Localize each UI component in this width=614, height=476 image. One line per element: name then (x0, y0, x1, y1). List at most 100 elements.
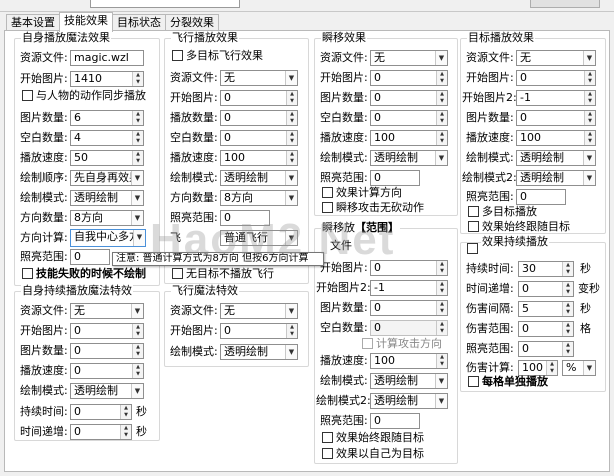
multi-target-checkbox[interactable] (468, 206, 479, 217)
chevron-down-icon[interactable]: ▼ (133, 230, 145, 246)
draw-mode-select[interactable]: 透明绘制 ▼ (70, 190, 144, 206)
play-speed-input[interactable]: 0 ▲ ▼ (70, 363, 144, 379)
spin-icon[interactable]: ▲ ▼ (562, 262, 573, 276)
spin-icon[interactable]: ▲ ▼ (436, 111, 447, 125)
spin-icon[interactable]: ▲ ▼ (562, 282, 573, 296)
damage-calc-unit-select[interactable]: % ▼ (562, 360, 596, 376)
image-count-input[interactable]: 6 ▲ ▼ (70, 110, 144, 126)
calc-direction-checkbox[interactable] (322, 187, 333, 198)
spin-icon[interactable]: ▲ ▼ (584, 131, 595, 145)
start-image-input[interactable]: 0 ▲ ▼ (370, 70, 448, 86)
image-count-input[interactable]: 0 ▲ ▼ (516, 110, 596, 126)
spin-icon[interactable]: ▲ ▼ (286, 111, 297, 125)
res-file-select[interactable]: 无 ▼ (516, 50, 596, 66)
spin-icon[interactable]: ▲ ▼ (436, 281, 447, 295)
draw-mode-select[interactable]: 透明绘制 ▼ (220, 344, 298, 360)
start-image-input[interactable]: 0 ▲ ▼ (70, 323, 144, 339)
light-range-input[interactable]: 0 (516, 189, 566, 205)
spin-icon[interactable]: ▲ ▼ (286, 131, 297, 145)
chevron-down-icon[interactable]: ▼ (435, 51, 447, 65)
effect-continuous-checkbox[interactable] (467, 243, 478, 254)
start-image-input[interactable]: 0 ▲ ▼ (220, 323, 298, 339)
tab-target-status[interactable]: 目标状态 (112, 14, 166, 31)
spin-icon[interactable]: ▲ ▼ (436, 301, 447, 315)
draw-mode2-select[interactable]: 透明绘制 ▼ (516, 170, 596, 186)
spin-icon[interactable]: ▲ ▼ (584, 111, 595, 125)
light-range-input[interactable]: 0 (220, 210, 270, 226)
blank-count-input[interactable]: 0 ▲ ▼ (370, 320, 448, 336)
chevron-down-icon[interactable]: ▼ (435, 374, 447, 388)
res-file-select[interactable]: 无 ▼ (70, 303, 144, 319)
spin-icon[interactable]: ▲ ▼ (132, 151, 143, 165)
flight-type-select[interactable]: 普通飞行 ▼ (220, 230, 298, 246)
draw-mode-select[interactable]: 透明绘制 ▼ (370, 150, 448, 166)
image-count-input[interactable]: 0 ▲ ▼ (370, 90, 448, 106)
direction-calc-select[interactable]: 自我中心多方向 ▼ (70, 229, 146, 247)
spin-icon[interactable]: ▲ ▼ (120, 425, 131, 439)
draw-mode-select[interactable]: 透明绘制 ▼ (516, 150, 596, 166)
spin-icon[interactable]: ▲ ▼ (546, 361, 557, 375)
direction-count-select[interactable]: 8方向 ▼ (220, 190, 298, 206)
start-image-input[interactable]: 0 ▲ ▼ (220, 90, 298, 106)
chevron-down-icon[interactable]: ▼ (131, 211, 143, 225)
no-slash-checkbox[interactable] (322, 202, 333, 213)
spin-icon[interactable]: ▲ ▼ (436, 321, 447, 335)
chevron-down-icon[interactable]: ▼ (583, 361, 595, 375)
light-range-input[interactable]: 0 (370, 413, 420, 429)
damage-range-input[interactable]: 0 ▲ ▼ (518, 321, 574, 337)
spin-icon[interactable]: ▲ ▼ (584, 91, 595, 105)
fail-no-draw-checkbox[interactable] (22, 268, 33, 279)
draw-mode-select[interactable]: 透明绘制 ▼ (70, 383, 144, 399)
chevron-down-icon[interactable]: ▼ (285, 345, 297, 359)
image-count-input[interactable]: 0 ▲ ▼ (70, 343, 144, 359)
spin-icon[interactable]: ▲ ▼ (132, 72, 143, 86)
top-button[interactable] (530, 0, 600, 8)
image-count-input[interactable]: 0 ▲ ▼ (370, 300, 448, 316)
increment-input[interactable]: 0 ▲ ▼ (70, 424, 132, 440)
follow-target-checkbox[interactable] (322, 432, 333, 443)
chevron-down-icon[interactable]: ▼ (131, 384, 143, 398)
spin-icon[interactable]: ▲ ▼ (132, 324, 143, 338)
chevron-down-icon[interactable]: ▼ (435, 151, 447, 165)
res-file-select[interactable]: 无 ▼ (220, 303, 298, 319)
spin-icon[interactable]: ▲ ▼ (132, 364, 143, 378)
res-file-select[interactable]: 无 ▼ (370, 50, 448, 66)
start-image2-input[interactable]: -1 ▲ ▼ (370, 280, 448, 296)
tab-split-effect[interactable]: 分裂效果 (165, 14, 219, 31)
chevron-down-icon[interactable]: ▼ (583, 171, 595, 185)
damage-calc-input[interactable]: 100 ▲ ▼ (518, 360, 558, 376)
sync-checkbox[interactable] (22, 90, 33, 101)
chevron-down-icon[interactable]: ▼ (285, 71, 297, 85)
spin-icon[interactable]: ▲ ▼ (132, 131, 143, 145)
draw-mode-select[interactable]: 透明绘制 ▼ (220, 170, 298, 186)
light-range-input[interactable]: 0 (370, 170, 420, 186)
duration-input[interactable]: 30 ▲ ▼ (518, 261, 574, 277)
start-image-input[interactable]: 0 ▲ ▼ (370, 260, 448, 276)
chevron-down-icon[interactable]: ▼ (285, 304, 297, 318)
play-count-input[interactable]: 0 ▲ ▼ (220, 110, 298, 126)
tab-basic[interactable]: 基本设置 (6, 14, 60, 31)
calc-attack-dir-checkbox[interactable] (362, 338, 373, 349)
light-range-input[interactable]: 0 ▲ ▼ (518, 341, 574, 357)
chevron-down-icon[interactable]: ▼ (131, 191, 143, 205)
chevron-down-icon[interactable]: ▼ (131, 304, 143, 318)
light-range-input[interactable]: 0 (70, 249, 110, 265)
spin-icon[interactable]: ▲ ▼ (120, 405, 131, 419)
spin-icon[interactable]: ▲ ▼ (562, 322, 573, 336)
direction-count-select[interactable]: 8方向 ▼ (70, 210, 144, 226)
chevron-down-icon[interactable]: ▼ (583, 151, 595, 165)
spin-icon[interactable]: ▲ ▼ (132, 111, 143, 125)
each-tile-checkbox[interactable] (468, 376, 479, 387)
duration-input[interactable]: 0 ▲ ▼ (70, 404, 132, 420)
draw-mode2-select[interactable]: 透明绘制 ▼ (370, 393, 448, 409)
play-speed-input[interactable]: 100 ▲ ▼ (220, 150, 298, 166)
chevron-down-icon[interactable]: ▼ (285, 231, 297, 245)
spin-icon[interactable]: ▲ ▼ (436, 261, 447, 275)
chevron-down-icon[interactable]: ▼ (285, 191, 297, 205)
spin-icon[interactable]: ▲ ▼ (132, 344, 143, 358)
chevron-down-icon[interactable]: ▼ (435, 394, 447, 408)
spin-icon[interactable]: ▲ ▼ (436, 71, 447, 85)
start-image-input[interactable]: 1410 ▲ ▼ (70, 71, 144, 87)
play-speed-input[interactable]: 50 ▲ ▼ (70, 150, 144, 166)
spin-icon[interactable]: ▲ ▼ (436, 91, 447, 105)
